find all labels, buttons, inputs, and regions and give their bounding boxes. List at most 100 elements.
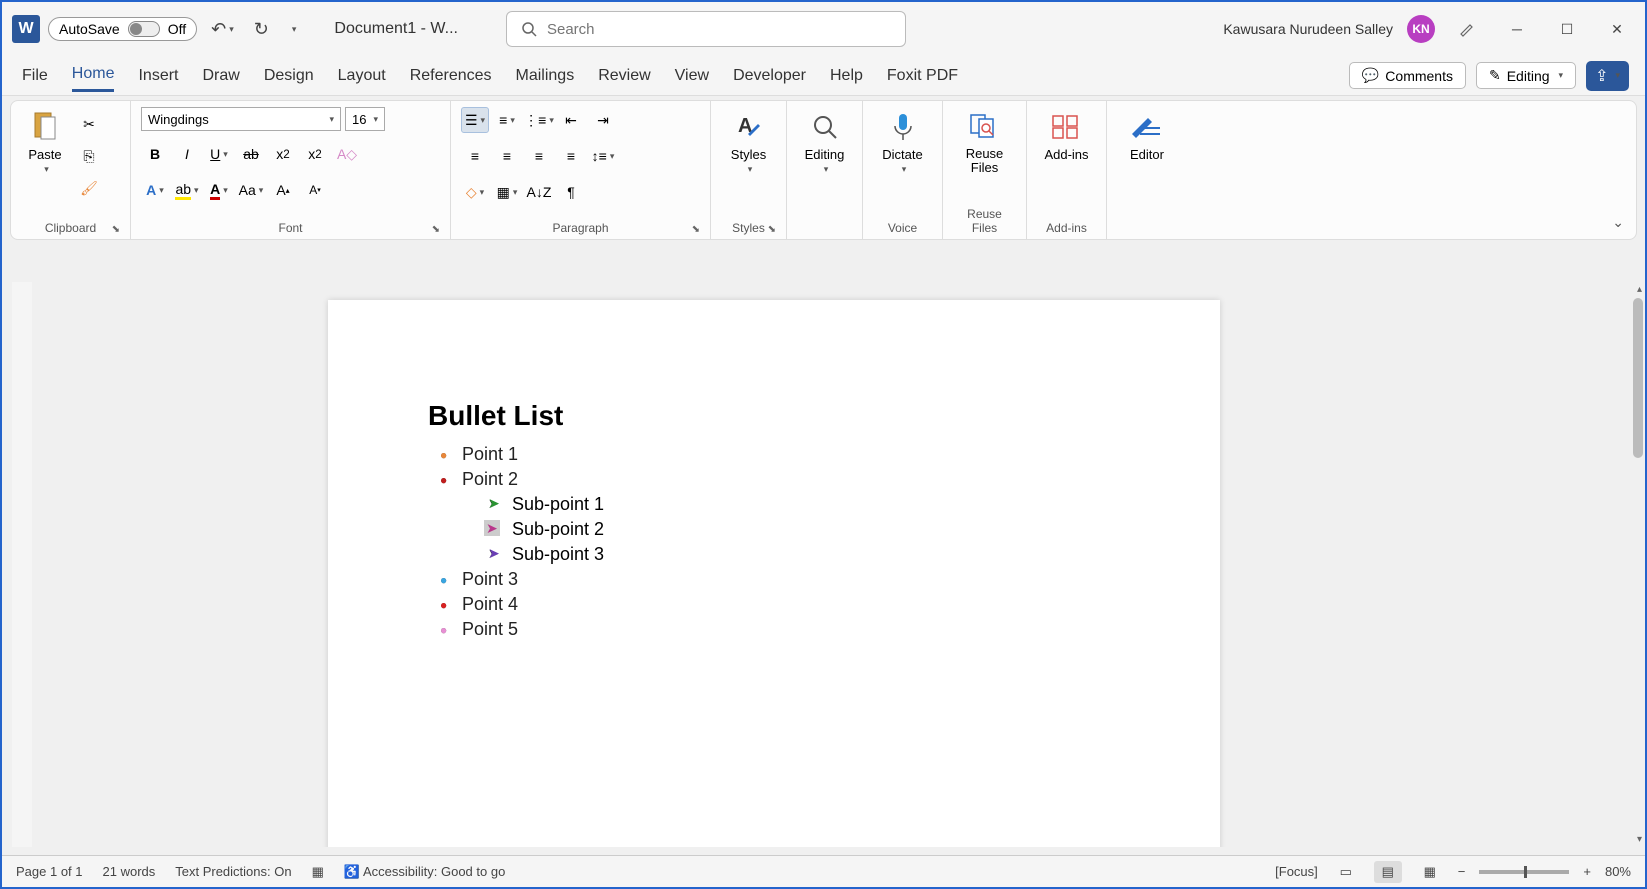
share-button[interactable]: ⇪▾ bbox=[1586, 61, 1629, 91]
accessibility-status[interactable]: ♿ Accessibility: Good to go bbox=[344, 864, 505, 880]
increase-indent-button[interactable]: ⇥ bbox=[589, 107, 617, 133]
print-layout-button[interactable]: ▤ bbox=[1374, 861, 1402, 883]
editing-button[interactable]: Editing▾ bbox=[799, 107, 851, 177]
vertical-ruler[interactable] bbox=[12, 282, 32, 847]
sort-button[interactable]: A↓Z bbox=[525, 179, 553, 205]
read-mode-button[interactable]: ▭ bbox=[1332, 861, 1360, 883]
text-effects-button[interactable]: A▾ bbox=[141, 177, 169, 203]
coming-soon-icon[interactable] bbox=[1449, 11, 1485, 47]
macro-icon[interactable]: ▦ bbox=[312, 864, 324, 880]
shading-button[interactable]: ◇▾ bbox=[461, 179, 489, 205]
bullet-item[interactable]: ●Point 1 bbox=[462, 442, 1120, 467]
change-case-button[interactable]: Aa▾ bbox=[237, 177, 265, 203]
clear-formatting-button[interactable]: A◇ bbox=[333, 141, 361, 167]
line-spacing-button[interactable]: ↕≡▾ bbox=[589, 143, 617, 169]
dictate-button[interactable]: Dictate▾ bbox=[876, 107, 928, 177]
tab-layout[interactable]: Layout bbox=[338, 61, 386, 91]
grow-font-button[interactable]: A▴ bbox=[269, 177, 297, 203]
tab-file[interactable]: File bbox=[22, 61, 48, 91]
tab-design[interactable]: Design bbox=[264, 61, 314, 91]
multilevel-list-button[interactable]: ⋮≡▾ bbox=[525, 107, 553, 133]
minimize-button[interactable]: ─ bbox=[1499, 11, 1535, 47]
sub-bullet-item[interactable]: ➤Sub-point 1 bbox=[512, 492, 1120, 517]
bullet-item[interactable]: ●Point 4 bbox=[462, 592, 1120, 617]
justify-button[interactable]: ≡ bbox=[557, 143, 585, 169]
launcher-icon[interactable]: ⬊ bbox=[432, 224, 440, 235]
tab-home[interactable]: Home bbox=[72, 59, 115, 92]
align-center-button[interactable]: ≡ bbox=[493, 143, 521, 169]
tab-view[interactable]: View bbox=[675, 61, 709, 91]
copy-button[interactable]: ⎘ bbox=[75, 143, 103, 169]
search-input[interactable] bbox=[547, 21, 891, 38]
scroll-down-icon[interactable]: ▾ bbox=[1637, 834, 1642, 845]
launcher-icon[interactable]: ⬊ bbox=[692, 224, 700, 235]
align-left-button[interactable]: ≡ bbox=[461, 143, 489, 169]
font-color-button[interactable]: A▾ bbox=[205, 177, 233, 203]
tab-help[interactable]: Help bbox=[830, 61, 863, 91]
numbering-button[interactable]: ≡▾ bbox=[493, 107, 521, 133]
launcher-icon[interactable]: ⬊ bbox=[768, 224, 776, 235]
zoom-out-button[interactable]: − bbox=[1458, 864, 1466, 879]
undo-button[interactable]: ↶ ▾ bbox=[205, 19, 240, 40]
bullets-button[interactable]: ☰▾ bbox=[461, 107, 489, 133]
horizontal-ruler[interactable] bbox=[2, 244, 1645, 264]
zoom-level[interactable]: 80% bbox=[1605, 864, 1631, 879]
tab-mailings[interactable]: Mailings bbox=[516, 61, 575, 91]
show-marks-button[interactable]: ¶ bbox=[557, 179, 585, 205]
sub-bullet-item[interactable]: ➤Sub-point 2 bbox=[512, 517, 1120, 542]
editor-button[interactable]: Editor bbox=[1123, 107, 1171, 164]
styles-button[interactable]: A Styles▾ bbox=[725, 107, 773, 177]
tab-insert[interactable]: Insert bbox=[138, 61, 178, 91]
bold-button[interactable]: B bbox=[141, 141, 169, 167]
borders-button[interactable]: ▦▾ bbox=[493, 179, 521, 205]
word-count[interactable]: 21 words bbox=[103, 864, 156, 879]
text-predictions-status[interactable]: Text Predictions: On bbox=[175, 864, 291, 879]
document-area[interactable]: Bullet List ●Point 1●Point 2➤Sub-point 1… bbox=[32, 282, 1631, 847]
tab-developer[interactable]: Developer bbox=[733, 61, 806, 91]
addins-button[interactable]: Add-ins bbox=[1038, 107, 1094, 164]
autosave-toggle[interactable]: AutoSave Off bbox=[48, 17, 197, 41]
underline-button[interactable]: U▾ bbox=[205, 141, 233, 167]
paste-button[interactable]: Paste ▾ bbox=[21, 107, 69, 177]
web-layout-button[interactable]: ▦ bbox=[1416, 861, 1444, 883]
focus-mode-button[interactable]: [Focus] bbox=[1275, 864, 1318, 879]
tab-review[interactable]: Review bbox=[598, 61, 650, 91]
maximize-button[interactable]: ☐ bbox=[1549, 11, 1585, 47]
tab-references[interactable]: References bbox=[410, 61, 492, 91]
search-box[interactable] bbox=[506, 11, 906, 47]
editing-mode-button[interactable]: ✎ Editing ▾ bbox=[1476, 62, 1576, 89]
italic-button[interactable]: I bbox=[173, 141, 201, 167]
page-indicator[interactable]: Page 1 of 1 bbox=[16, 864, 83, 879]
vertical-scrollbar[interactable]: ▴ ▾ bbox=[1631, 282, 1645, 847]
cut-button[interactable]: ✂ bbox=[75, 111, 103, 137]
launcher-icon[interactable]: ⬊ bbox=[112, 224, 120, 235]
close-button[interactable]: ✕ bbox=[1599, 11, 1635, 47]
align-right-button[interactable]: ≡ bbox=[525, 143, 553, 169]
shrink-font-button[interactable]: A▾ bbox=[301, 177, 329, 203]
user-name[interactable]: Kawusara Nurudeen Salley bbox=[1223, 21, 1393, 37]
highlight-button[interactable]: ab▾ bbox=[173, 177, 201, 203]
reuse-files-button[interactable]: Reuse Files bbox=[953, 107, 1016, 178]
zoom-in-button[interactable]: + bbox=[1583, 864, 1591, 879]
sub-bullet-item[interactable]: ➤Sub-point 3 bbox=[512, 542, 1120, 567]
font-name-combo[interactable]: Wingdings▾ bbox=[141, 107, 341, 131]
tab-draw[interactable]: Draw bbox=[202, 61, 239, 91]
superscript-button[interactable]: x2 bbox=[301, 141, 329, 167]
tab-foxit-pdf[interactable]: Foxit PDF bbox=[887, 61, 958, 91]
font-size-combo[interactable]: 16▾ bbox=[345, 107, 385, 131]
scrollbar-thumb[interactable] bbox=[1633, 298, 1643, 458]
format-painter-button[interactable]: 🖌 bbox=[75, 175, 103, 201]
customize-qat-button[interactable]: ▾ bbox=[283, 24, 303, 35]
zoom-slider[interactable] bbox=[1479, 870, 1569, 874]
bullet-item[interactable]: ●Point 5 bbox=[462, 617, 1120, 642]
page[interactable]: Bullet List ●Point 1●Point 2➤Sub-point 1… bbox=[328, 300, 1220, 847]
decrease-indent-button[interactable]: ⇤ bbox=[557, 107, 585, 133]
collapse-ribbon-button[interactable]: ⌄ bbox=[1612, 214, 1624, 231]
comments-button[interactable]: 💬 Comments bbox=[1349, 62, 1466, 89]
user-avatar[interactable]: KN bbox=[1407, 15, 1435, 43]
redo-button[interactable]: ↻ bbox=[248, 19, 275, 40]
bullet-item[interactable]: ●Point 2 bbox=[462, 467, 1120, 492]
strikethrough-button[interactable]: ab bbox=[237, 141, 265, 167]
document-heading[interactable]: Bullet List bbox=[428, 400, 1120, 432]
bullet-item[interactable]: ●Point 3 bbox=[462, 567, 1120, 592]
